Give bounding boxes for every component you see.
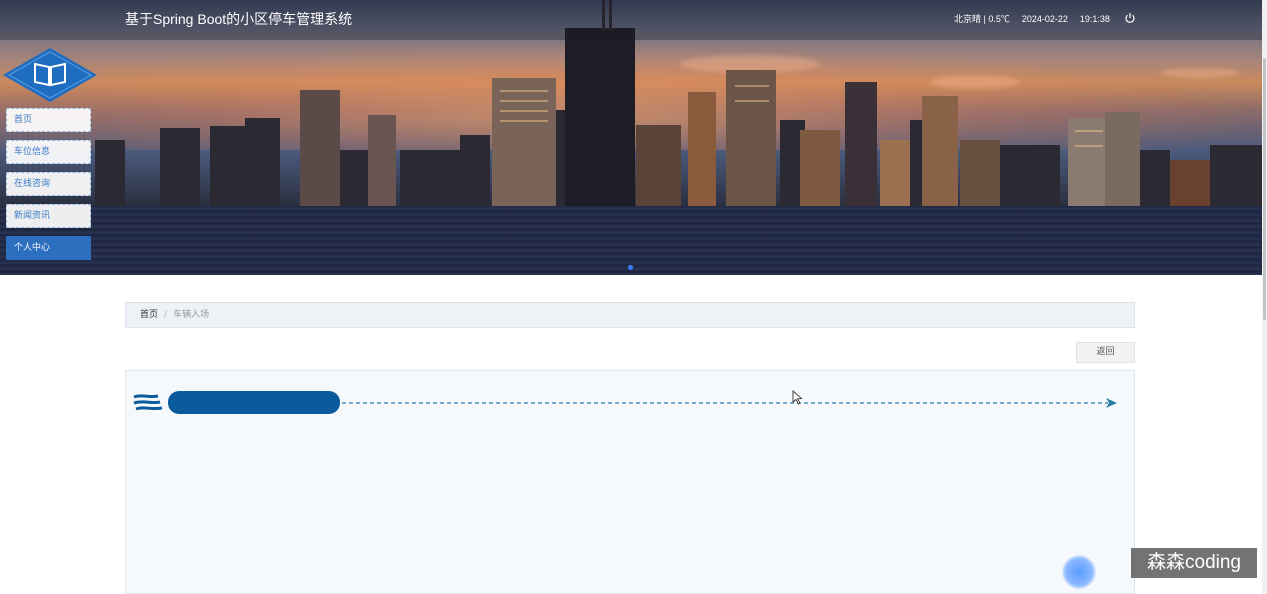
weather-text: 北京晴 | 0.5℃ xyxy=(954,14,1010,24)
sidebar-item-parking-info[interactable]: 车位信息 xyxy=(6,140,91,164)
sidebar-item-profile[interactable]: 个人中心 xyxy=(6,236,91,260)
sidebar-item-label: 在线咨询 xyxy=(14,179,51,189)
sidebar-item-consult[interactable]: 在线咨询 xyxy=(6,172,91,196)
breadcrumb-separator: / xyxy=(164,310,168,320)
date-text: 2024-02-22 xyxy=(1021,14,1068,24)
hero-banner: 基于Spring Boot的小区停车管理系统 北京晴 | 0.5℃ 2024-02… xyxy=(0,0,1262,275)
floating-button[interactable] xyxy=(1062,555,1096,589)
sidebar-item-label: 个人中心 xyxy=(14,243,51,253)
sidebar-item-home[interactable]: 首页 xyxy=(6,108,91,132)
watermark: 森森coding xyxy=(1131,548,1257,578)
breadcrumb-home[interactable]: 首页 xyxy=(140,310,158,320)
sidebar-item-label: 首页 xyxy=(14,115,33,125)
carousel-dot[interactable] xyxy=(628,265,633,270)
loading-bar xyxy=(133,391,1117,414)
sidebar-item-news[interactable]: 新闻资讯 xyxy=(6,204,91,228)
book-icon xyxy=(3,48,97,102)
power-icon[interactable] xyxy=(1124,12,1136,24)
breadcrumb: 首页 / 车辆入场 xyxy=(125,302,1135,328)
time-text: 19:1:38 xyxy=(1079,14,1110,24)
site-title: 基于Spring Boot的小区停车管理系统 xyxy=(125,11,353,27)
back-button[interactable]: 返回 xyxy=(1076,342,1135,363)
breadcrumb-current: 车辆入场 xyxy=(173,310,210,320)
header-status: 北京晴 | 0.5℃ 2024-02-22 19:1:38 xyxy=(954,12,1122,25)
sidebar-item-label: 车位信息 xyxy=(14,147,51,157)
scrollbar-thumb[interactable] xyxy=(1263,58,1266,320)
sidebar-item-label: 新闻资讯 xyxy=(14,211,51,221)
mouse-cursor-icon xyxy=(792,390,803,405)
